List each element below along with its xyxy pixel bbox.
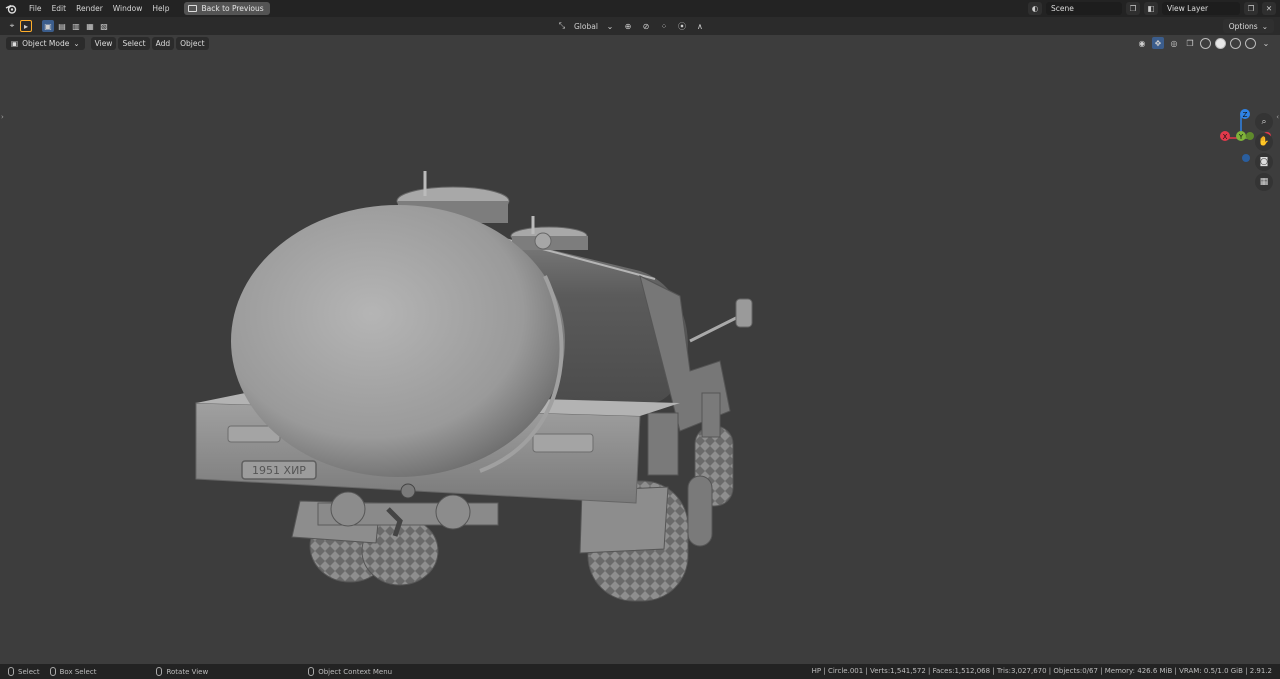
editor-type-icon[interactable]: ⌖ (6, 20, 18, 32)
mirror (735, 298, 753, 328)
select-new-icon[interactable]: ▣ (42, 20, 54, 32)
transform-orientation-dropdown[interactable]: Global (574, 22, 598, 31)
scene-new-icon[interactable]: ❐ (1126, 2, 1140, 15)
select-subtract-icon[interactable]: ▥ (70, 20, 82, 32)
snap-target-icon[interactable]: ⁘ (658, 20, 670, 32)
status-select: Select (18, 667, 40, 676)
back-to-previous-label: Back to Previous (201, 4, 264, 13)
license-plate-text: 1951 ХИР (252, 464, 306, 477)
top-right-controls: ◐ Scene ❐ ◧ View Layer ❐ ✕ (1028, 0, 1280, 17)
object-mode-icon: ▣ (11, 38, 19, 48)
tool-settings-bar: ⌖ ▸ ▣ ▤ ▥ ▦ ▧ ⤡ Global ⌄ ⊕ ⊘ ⁘ ⦿ ∧ Optio… (0, 17, 1280, 35)
overlay-toggle-icon[interactable]: ◎ (1168, 37, 1180, 49)
toolbar-expand-icon[interactable]: › (1, 113, 4, 121)
view-layer-browse-icon[interactable]: ◧ (1144, 2, 1158, 15)
back-to-previous-button[interactable]: Back to Previous (184, 2, 270, 15)
solid-shading-icon[interactable] (1215, 37, 1226, 49)
gizmo-neg-z-axis[interactable] (1242, 154, 1250, 162)
top-menu-bar: File Edit Render Window Help Back to Pre… (0, 0, 1280, 17)
side-panel (647, 412, 679, 476)
transform-tools: ⤡ Global ⌄ ⊕ ⊘ ⁘ ⦿ ∧ (556, 17, 706, 35)
3d-viewport[interactable]: 1951 ХИР Z X Y ⌕ ✋ ◙ ▦ › ‹ (0, 51, 1280, 664)
view-layer-new-icon[interactable]: ❐ (1244, 2, 1258, 15)
gizmo-neg-y-axis[interactable] (1246, 132, 1254, 140)
perspective-grid-icon[interactable]: ▦ (1255, 173, 1273, 191)
object-mode-label: Object Mode (22, 38, 70, 48)
menu-view[interactable]: View (90, 36, 117, 50)
gizmo-x-label: X (1223, 133, 1228, 141)
object-mode-dropdown[interactable]: ▣ Object Mode ⌄ (6, 36, 85, 50)
screen-icon (188, 5, 198, 12)
visibility-icon[interactable]: ◉ (1136, 37, 1148, 49)
scene-browse-icon[interactable]: ◐ (1028, 2, 1042, 15)
wireframe-shading-icon[interactable] (1200, 37, 1211, 49)
snap-icon[interactable]: ⊘ (640, 20, 652, 32)
mouse-left-drag-icon (49, 667, 56, 676)
menu-select[interactable]: Select (118, 36, 150, 50)
options-label: Options (1228, 21, 1258, 31)
wheel (687, 475, 713, 547)
options-dropdown[interactable]: Options ⌄ (1222, 19, 1274, 33)
status-rotate-view: Rotate View (166, 667, 209, 676)
xray-toggle-icon[interactable]: ❐ (1184, 37, 1196, 49)
select-intersect-icon[interactable]: ▧ (98, 20, 110, 32)
menu-window[interactable]: Window (108, 0, 148, 17)
gizmo-z-label: Z (1243, 111, 1248, 119)
menu-add[interactable]: Add (151, 36, 175, 50)
gizmo-y-label: Y (1238, 133, 1244, 141)
rendered-shading-icon[interactable] (1245, 37, 1256, 49)
gizmo-toggle-icon[interactable]: ✥ (1152, 37, 1164, 49)
viewport-header: ▣ Object Mode ⌄ View Select Add Object ◉… (0, 35, 1280, 51)
scene-statistics: HP | Circle.001 | Verts:1,541,572 | Face… (811, 667, 1272, 675)
tail-light (435, 494, 471, 530)
camera-view-icon[interactable]: ◙ (1255, 153, 1273, 171)
menu-help[interactable]: Help (147, 0, 174, 17)
chevron-down-icon: ⌄ (606, 21, 614, 31)
status-bar: Select Box Select Rotate View Object Con… (0, 664, 1280, 679)
truck-model: 1951 ХИР (195, 171, 753, 602)
orientation-icon: ⤡ (558, 21, 566, 30)
sidebar-expand-icon[interactable]: ‹ (1276, 113, 1279, 121)
mirror-arm (689, 314, 741, 343)
valve (534, 232, 552, 250)
material-shading-icon[interactable] (1230, 37, 1241, 49)
menu-object[interactable]: Object (176, 36, 209, 50)
reflector (532, 433, 594, 453)
chevron-down-icon: ⌄ (1261, 21, 1268, 31)
chevron-down-icon: ⌄ (73, 38, 80, 48)
tail-light (330, 491, 366, 527)
pan-hand-icon[interactable]: ✋ (1255, 133, 1273, 151)
scene-field[interactable]: Scene (1046, 2, 1122, 15)
blender-logo-icon[interactable] (4, 2, 18, 16)
falloff-icon[interactable]: ∧ (694, 20, 706, 32)
select-extend-icon[interactable]: ▤ (56, 20, 68, 32)
chevron-down-icon[interactable]: ⌄ (1260, 37, 1272, 49)
select-invert-icon[interactable]: ▦ (84, 20, 96, 32)
tank-end (231, 205, 565, 477)
menu-file[interactable]: File (24, 0, 47, 17)
pivot-point-icon[interactable]: ⊕ (622, 20, 634, 32)
select-tool-icon[interactable]: ▸ (20, 20, 32, 32)
viewport-shading-controls: ◉ ✥ ◎ ❐ ⌄ (1136, 36, 1272, 50)
mouse-middle-icon (156, 667, 163, 676)
side-panel (701, 392, 721, 438)
status-box-select: Box Select (59, 667, 97, 676)
menu-edit[interactable]: Edit (47, 0, 72, 17)
mouse-left-icon (8, 667, 14, 676)
view-layer-field[interactable]: View Layer (1162, 2, 1240, 15)
proportional-edit-icon[interactable]: ⦿ (676, 20, 688, 32)
mouse-right-icon (308, 667, 315, 676)
view-layer-remove-icon[interactable]: ✕ (1262, 2, 1276, 15)
zoom-icon[interactable]: ⌕ (1255, 113, 1273, 131)
menu-render[interactable]: Render (71, 0, 108, 17)
status-context-menu: Object Context Menu (318, 667, 393, 676)
tow-hook (400, 483, 416, 499)
